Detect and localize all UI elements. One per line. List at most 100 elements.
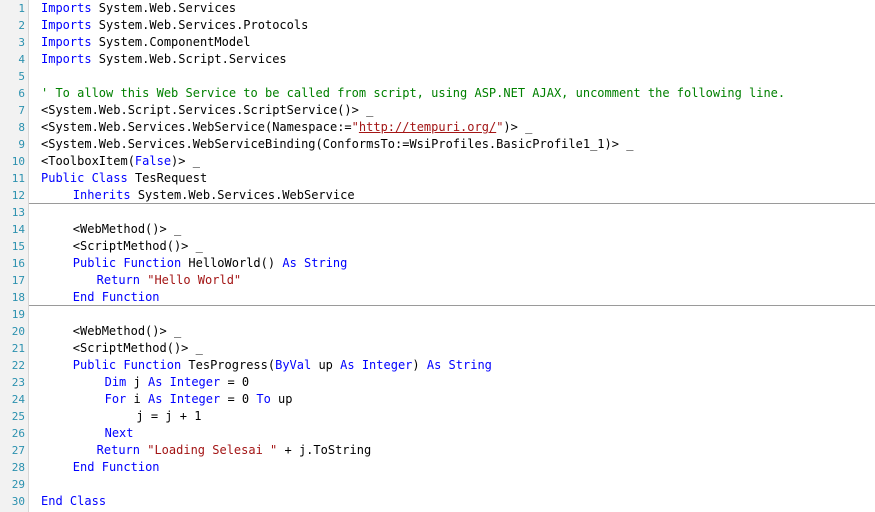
code-token: = 0 (220, 375, 250, 389)
code-token: <System.Web.Services.WebServiceBinding(C… (41, 137, 634, 151)
code-line[interactable]: 6 ' To allow this Web Service to be calle… (0, 85, 875, 102)
keyword-token: Imports (41, 52, 92, 66)
keyword-token: Integer (361, 358, 413, 372)
code-token: <WebMethod()> _ (72, 324, 182, 338)
line-number: 29 (11, 478, 25, 491)
code-line[interactable]: 26 Next (0, 425, 875, 442)
url-link[interactable]: http://tempuri.org/ (359, 120, 496, 134)
code-text: Return "Loading Selesai " + j.ToString (97, 442, 372, 459)
code-token: j = j + 1 (136, 409, 202, 423)
code-token: )> _ (503, 120, 533, 134)
line-number: 24 (11, 393, 25, 406)
code-line[interactable]: 14 <WebMethod()> _ (0, 221, 875, 238)
code-line[interactable]: 13 (0, 204, 875, 221)
keyword-token: End (72, 460, 95, 474)
code-token: <ScriptMethod()> _ (72, 341, 203, 355)
line-number: 17 (11, 274, 25, 287)
keyword-token: Next (104, 426, 134, 440)
code-text: End Function (73, 289, 160, 306)
code-line[interactable]: 21 <ScriptMethod()> _ (0, 340, 875, 357)
code-token: TesProgress( (181, 358, 276, 372)
keyword-token: Dim (104, 375, 127, 389)
string-token: "Loading Selesai " (147, 443, 278, 457)
code-line[interactable]: 18 End Function (0, 289, 875, 306)
code-token: i (126, 392, 148, 406)
code-line[interactable]: 23 Dim j As Integer = 0 (0, 374, 875, 391)
code-text: <ScriptMethod()> _ (73, 238, 203, 255)
code-line[interactable]: 27 Return "Loading Selesai " + j.ToString (0, 442, 875, 459)
code-line[interactable]: 12 Inherits System.Web.Services.WebServic… (0, 187, 875, 204)
keyword-token: To (256, 392, 271, 406)
code-line[interactable]: 25 j = j + 1 (0, 408, 875, 425)
keyword-token: As (282, 256, 297, 270)
string-token: " (351, 120, 359, 134)
code-line[interactable]: 2 Imports System.Web.Services.Protocols (0, 17, 875, 34)
code-line[interactable]: 11 Public Class TesRequest (0, 170, 875, 187)
code-text: ' To allow this Web Service to be called… (41, 85, 785, 102)
code-text: <WebMethod()> _ (73, 323, 181, 340)
code-line[interactable]: 20 <WebMethod()> _ (0, 323, 875, 340)
code-line[interactable]: 15 <ScriptMethod()> _ (0, 238, 875, 255)
code-line[interactable]: 10 <ToolboxItem(False)> _ (0, 153, 875, 170)
code-text: End Function (73, 459, 160, 476)
keyword-token: Integer (169, 375, 221, 389)
code-line[interactable]: 5 (0, 68, 875, 85)
code-line[interactable]: 9 <System.Web.Services.WebServiceBinding(… (0, 136, 875, 153)
string-token: "Hello World" (147, 273, 242, 287)
code-line[interactable]: 8 <System.Web.Services.WebService(Namespa… (0, 119, 875, 136)
keyword-token: End (72, 290, 95, 304)
line-number: 18 (11, 291, 25, 304)
line-number: 13 (11, 206, 25, 219)
code-editor[interactable]: 1 Imports System.Web.Services 2 Imports Sys… (0, 0, 875, 512)
line-number: 4 (18, 53, 25, 66)
code-line[interactable]: 4 Imports System.Web.Script.Services (0, 51, 875, 68)
code-text: Public Function TesProgress(ByVal up As … (73, 357, 492, 374)
keyword-token: Imports (41, 18, 92, 32)
code-text: <System.Web.Script.Services.ScriptServic… (41, 102, 373, 119)
code-line[interactable]: 24 For i As Integer = 0 To up (0, 391, 875, 408)
code-text: Imports System.Web.Script.Services (41, 51, 287, 68)
code-line[interactable]: 3 Imports System.ComponentModel (0, 34, 875, 51)
code-line[interactable]: 1 Imports System.Web.Services (0, 0, 875, 17)
line-number: 28 (11, 461, 25, 474)
line-number: 8 (18, 121, 25, 134)
code-token: ) (412, 358, 427, 372)
code-line[interactable]: 17 Return "Hello World" (0, 272, 875, 289)
code-text: End Class (41, 493, 106, 510)
code-line[interactable]: 22 Public Function TesProgress(ByVal up A… (0, 357, 875, 374)
line-number: 6 (18, 87, 25, 100)
line-number: 3 (18, 36, 25, 49)
line-number: 5 (18, 70, 25, 83)
keyword-token: As (147, 392, 163, 406)
code-text: Next (105, 425, 134, 442)
code-text: <System.Web.Services.WebServiceBinding(C… (41, 136, 633, 153)
code-line[interactable]: 29 (0, 476, 875, 493)
code-token: <ToolboxItem( (41, 154, 135, 168)
code-token: + j.ToString (277, 443, 372, 457)
line-number: 19 (11, 308, 25, 321)
code-text: For i As Integer = 0 To up (105, 391, 293, 408)
line-number: 2 (18, 19, 25, 32)
code-text: Imports System.Web.Services (41, 0, 236, 17)
keyword-token: Imports (41, 1, 92, 15)
keyword-token: Return (96, 443, 140, 457)
code-text: Imports System.Web.Services.Protocols (41, 17, 308, 34)
code-line[interactable]: 7 <System.Web.Script.Services.ScriptServi… (0, 102, 875, 119)
code-line[interactable]: 30 End Class (0, 493, 875, 510)
code-text: Dim j As Integer = 0 (105, 374, 250, 391)
line-number: 20 (11, 325, 25, 338)
keyword-token: Inherits (72, 188, 131, 202)
line-number: 21 (11, 342, 25, 355)
line-number: 30 (11, 495, 25, 508)
comment-token: ' To allow this Web Service to be called… (41, 86, 786, 100)
code-token: up (311, 358, 341, 372)
code-line[interactable]: 28 End Function (0, 459, 875, 476)
code-line[interactable]: 19 (0, 306, 875, 323)
code-token: HelloWorld() (181, 256, 283, 270)
code-line[interactable]: 16 Public Function HelloWorld() As String (0, 255, 875, 272)
code-token: <ScriptMethod()> _ (72, 239, 203, 253)
